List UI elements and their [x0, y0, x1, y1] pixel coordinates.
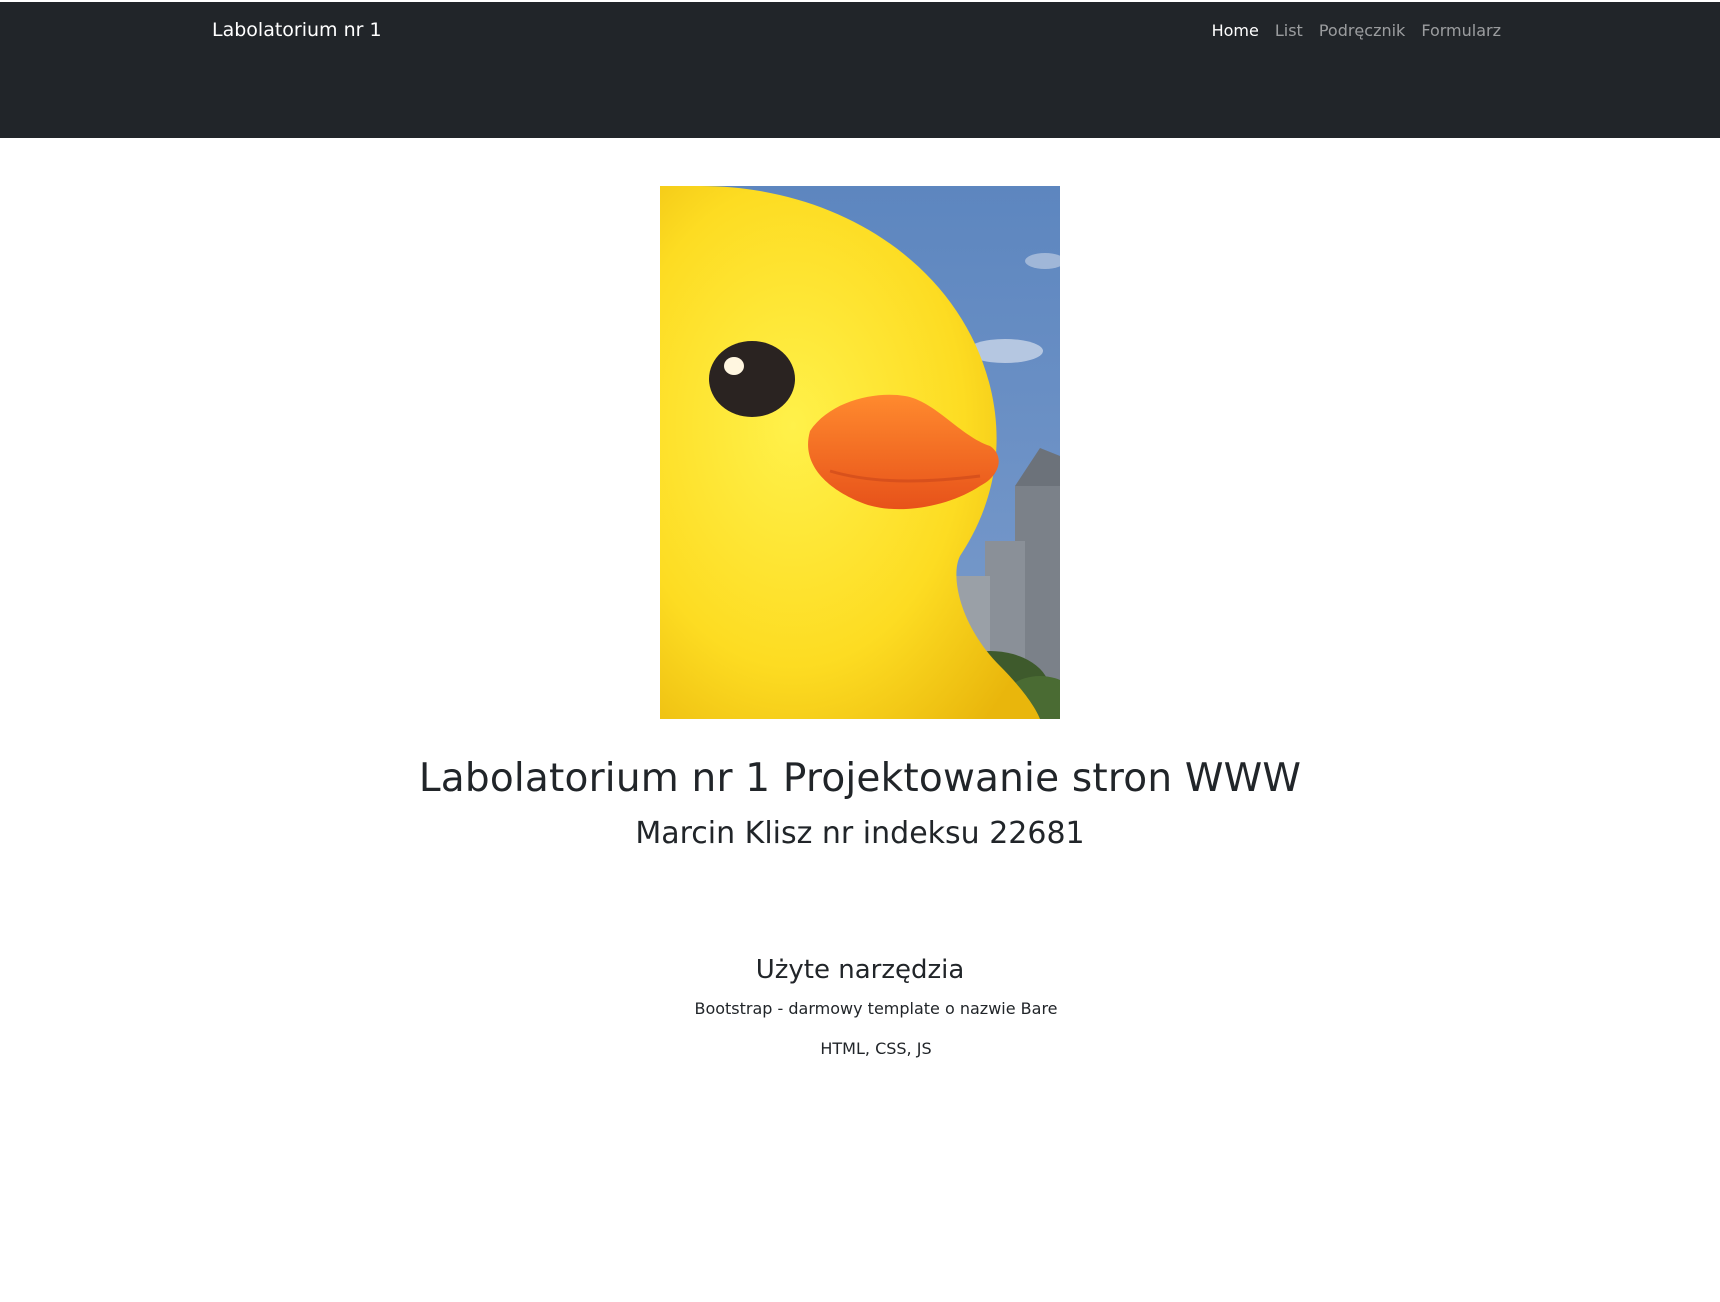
tools-item-languages: HTML, CSS, JS: [820, 1039, 932, 1058]
page-title: Labolatorium nr 1 Projektowanie stron WW…: [418, 756, 1302, 801]
nav-link-list[interactable]: List: [1275, 21, 1303, 40]
nav-links: Home List Podręcznik Formularz: [1212, 21, 1501, 40]
tools-heading: Użyte narzędzia: [755, 955, 965, 985]
nav-link-formularz[interactable]: Formularz: [1421, 21, 1501, 40]
navbar-brand[interactable]: Labolatorium nr 1: [212, 19, 382, 41]
nav-link-home[interactable]: Home: [1212, 21, 1259, 40]
duck-image: [660, 186, 1060, 719]
tools-item-bootstrap: Bootstrap - darmowy template o nazwie Ba…: [694, 999, 1058, 1018]
nav-link-podrecznik[interactable]: Podręcznik: [1319, 21, 1406, 40]
page-subtitle: Marcin Klisz nr indeksu 22681: [635, 816, 1085, 851]
navbar: Labolatorium nr 1 Home List Podręcznik F…: [0, 2, 1720, 138]
